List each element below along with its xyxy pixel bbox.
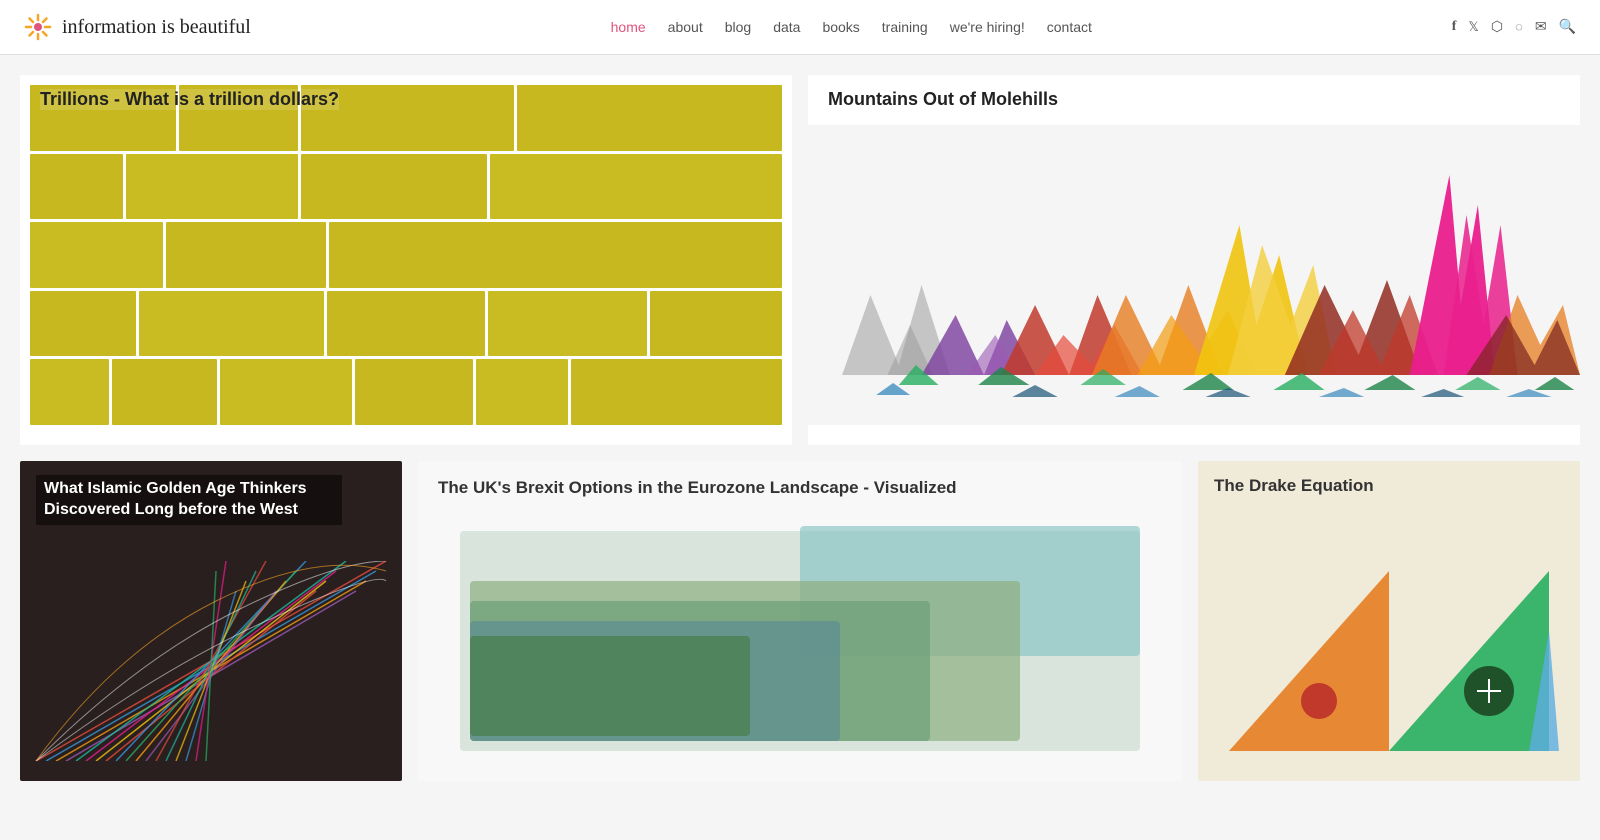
- treemap-row-2: [30, 154, 782, 220]
- tm-cell: [517, 85, 782, 151]
- mountain-svg: [808, 125, 1580, 425]
- tm-cell: [30, 359, 109, 425]
- tm-cell: [30, 222, 163, 288]
- tm-cell: [220, 359, 352, 425]
- lines-svg: [20, 561, 402, 761]
- search-icon[interactable]: 🔍: [1559, 19, 1576, 36]
- twitter-icon[interactable]: 𝕏: [1468, 19, 1478, 35]
- nav-data[interactable]: data: [773, 19, 800, 35]
- card-mountains[interactable]: Mountains Out of Molehills: [808, 75, 1580, 445]
- card-trillions[interactable]: Trillions - What is a trillion dollars?: [20, 75, 792, 445]
- rss-icon[interactable]: ◌: [1515, 19, 1523, 35]
- treemap-row-4: [30, 291, 782, 357]
- tm-cell: [126, 154, 298, 220]
- header: information is beautiful home about blog…: [0, 0, 1600, 55]
- treemap: [20, 75, 792, 435]
- nav-home[interactable]: home: [611, 19, 646, 35]
- drake-svg: [1198, 531, 1580, 761]
- tm-cell: [476, 359, 568, 425]
- social-icons: f 𝕏 ⬡ ◌ ✉ 🔍: [1452, 19, 1576, 36]
- card-brexit[interactable]: The UK's Brexit Options in the Eurozone …: [418, 461, 1182, 781]
- islamic-title: What Islamic Golden Age Thinkers Discove…: [36, 475, 342, 525]
- tm-cell: [355, 359, 473, 425]
- nav-blog[interactable]: blog: [725, 19, 751, 35]
- card-drake[interactable]: The Drake Equation: [1198, 461, 1580, 781]
- tm-cell: [30, 154, 123, 220]
- mountains-title: Mountains Out of Molehills: [828, 89, 1058, 110]
- tm-cell: [488, 291, 647, 357]
- card-islamic[interactable]: What Islamic Golden Age Thinkers Discove…: [20, 461, 402, 781]
- drake-viz: [1198, 531, 1580, 781]
- bottom-row: What Islamic Golden Age Thinkers Discove…: [20, 461, 1580, 781]
- instagram-icon[interactable]: ⬡: [1491, 19, 1503, 36]
- tm-cell: [30, 291, 136, 357]
- nav-about[interactable]: about: [668, 19, 703, 35]
- brexit-svg: [438, 521, 1162, 761]
- logo[interactable]: information is beautiful: [24, 13, 251, 41]
- tm-cell: [166, 222, 326, 288]
- tm-cell: [112, 359, 217, 425]
- tm-cell: [139, 291, 324, 357]
- tm-cell: [650, 291, 782, 357]
- main-content: Trillions - What is a trillion dollars?: [0, 55, 1600, 801]
- nav-training[interactable]: training: [882, 19, 928, 35]
- nav-books[interactable]: books: [822, 19, 859, 35]
- tm-cell: [571, 359, 782, 425]
- trillions-title: Trillions - What is a trillion dollars?: [40, 89, 339, 110]
- logo-icon: [24, 13, 52, 41]
- email-icon[interactable]: ✉: [1535, 19, 1547, 36]
- treemap-row-3: [30, 222, 782, 288]
- treemap-row-5: [30, 359, 782, 425]
- nav-hiring[interactable]: we're hiring!: [950, 19, 1025, 35]
- islamic-lines: [20, 561, 402, 781]
- tm-cell: [329, 222, 782, 288]
- brexit-chart: [418, 461, 1182, 781]
- top-row: Trillions - What is a trillion dollars?: [20, 75, 1580, 445]
- drake-title: The Drake Equation: [1214, 475, 1374, 497]
- tm-cell: [301, 154, 487, 220]
- logo-text: information is beautiful: [62, 16, 251, 39]
- facebook-icon[interactable]: f: [1452, 19, 1457, 35]
- main-nav: home about blog data books training we'r…: [611, 19, 1092, 35]
- tm-cell: [490, 154, 782, 220]
- mountain-chart: [808, 125, 1580, 445]
- tm-cell: [327, 291, 486, 357]
- nav-contact[interactable]: contact: [1047, 19, 1092, 35]
- brexit-title: The UK's Brexit Options in the Eurozone …: [438, 477, 957, 499]
